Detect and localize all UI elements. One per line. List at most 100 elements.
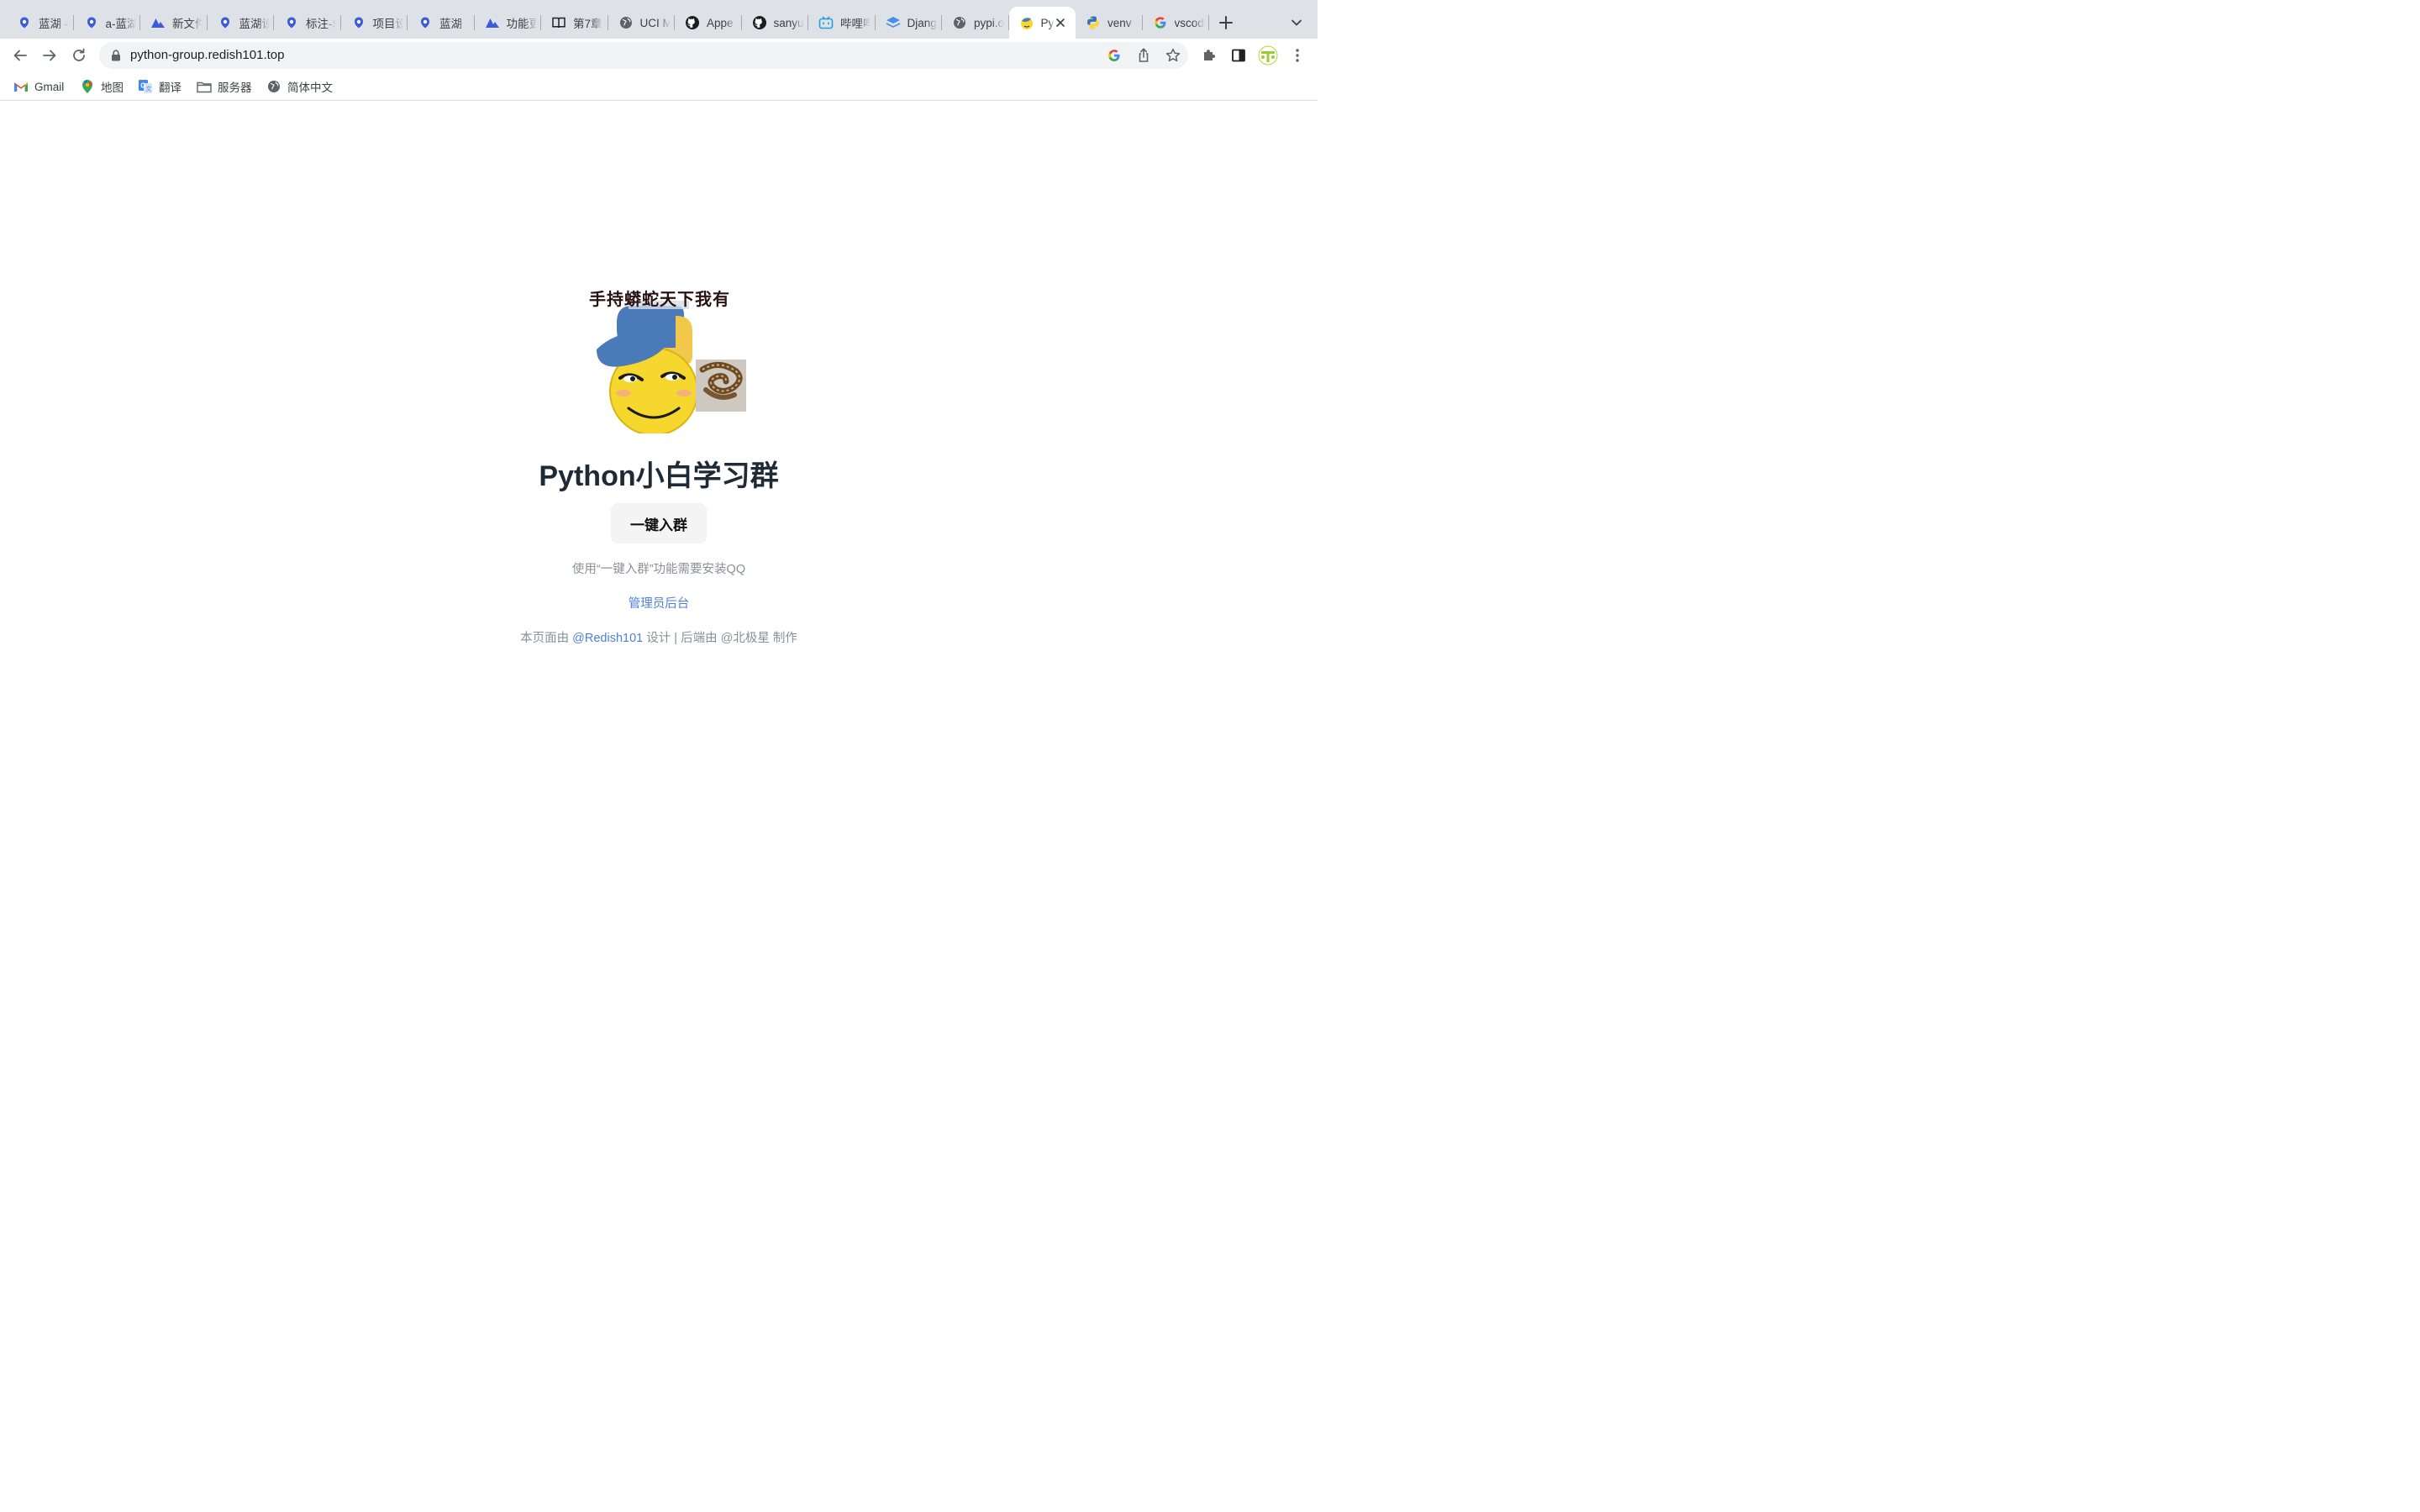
url-text[interactable]: python-group.redish101.top	[130, 48, 284, 62]
book-icon	[551, 15, 566, 30]
author-link[interactable]: @Redish101	[572, 632, 643, 645]
mountain-icon	[150, 15, 166, 30]
close-tab-icon[interactable]	[1054, 16, 1067, 29]
bilibili-icon	[818, 15, 834, 30]
address-bar[interactable]: python-group.redish101.top	[99, 42, 1188, 69]
browser-tab[interactable]: Appe	[675, 7, 742, 39]
browser-tab[interactable]: 哔哩哔	[808, 7, 876, 39]
back-button[interactable]	[10, 45, 30, 66]
tab-title: Djang	[907, 16, 937, 29]
puzzle-icon	[1204, 50, 1216, 60]
lock-icon	[112, 50, 120, 61]
extensions-button[interactable]	[1199, 45, 1219, 66]
tab-title: 蓝湖设	[239, 18, 270, 30]
join-group-button[interactable]: 一键入群	[611, 503, 707, 543]
admin-dashboard-link[interactable]: 管理员后台	[629, 597, 690, 611]
bookmark-maps[interactable]: 地图	[80, 78, 124, 95]
browser-tab[interactable]: UCI M	[608, 7, 675, 39]
globe-icon	[952, 15, 967, 30]
python-icon	[1086, 15, 1101, 30]
backend-author: @北极星	[720, 632, 770, 645]
browser-toolbar: python-group.redish101.top	[0, 39, 1318, 72]
google-icon	[1153, 15, 1168, 30]
page-title: Python小白学习群	[539, 460, 779, 492]
bookmark-simplified-chinese[interactable]: 简体中文	[266, 78, 333, 95]
side-panel-button[interactable]	[1228, 45, 1249, 66]
chevron-down-icon	[1292, 19, 1302, 26]
browser-tab[interactable]: 蓝湖	[408, 7, 475, 39]
footer-suffix: 制作	[772, 632, 797, 645]
tab-title: pypi.o	[974, 16, 1004, 29]
footer-credits: 本页面由 @Redish101 设计 | 后端由 @北极星 制作	[0, 628, 1318, 646]
browser-tab[interactable]: 标注-S	[274, 7, 341, 39]
tab-title: sanyu	[773, 16, 804, 29]
footer-middle: 设计 | 后端由	[646, 632, 718, 645]
browser-tab[interactable]: a-蓝湖	[74, 7, 140, 39]
browser-tab[interactable]: vscod	[1143, 7, 1209, 39]
browser-tab[interactable]: 项目设	[341, 7, 408, 39]
lanhu-icon	[84, 15, 99, 30]
browser-tab[interactable]: Py	[1008, 7, 1076, 39]
bookmark-label: 地图	[101, 81, 124, 94]
folder-icon	[197, 79, 212, 94]
mountain-icon	[485, 15, 500, 30]
bookmark-label: Gmail	[34, 80, 65, 93]
profile-avatar[interactable]	[1258, 45, 1278, 66]
new-tab-button[interactable]	[1215, 12, 1237, 34]
browser-menu-button[interactable]	[1287, 45, 1307, 66]
reload-button[interactable]	[69, 45, 89, 66]
python-meme-image: 手持蟒蛇天下我有	[571, 282, 748, 436]
browser-tab[interactable]: 蓝湖设	[208, 7, 274, 39]
svg-text:文: 文	[145, 85, 151, 92]
qq-requirement-note: 使用“一键入群”功能需要安装QQ	[571, 563, 746, 576]
bookmark-star-icon[interactable]	[1165, 47, 1181, 64]
tab-title: vscod	[1174, 16, 1204, 29]
browser-tab[interactable]: 新文件	[140, 7, 208, 39]
browser-tab[interactable]: Djang	[876, 7, 942, 39]
tab-title: 新文件	[172, 18, 203, 30]
profile-icon	[1258, 45, 1278, 66]
bookmark-label: 服务器	[218, 81, 252, 94]
side-panel-icon	[1232, 49, 1245, 62]
bookmark-folder-servers[interactable]: 服务器	[197, 78, 252, 95]
tab-title: a-蓝湖	[105, 18, 136, 30]
browser-tab[interactable]: sanyu	[742, 7, 808, 39]
translate-icon: G文	[138, 79, 153, 94]
bookmark-label: 翻译	[159, 81, 182, 94]
tab-title: 功能更	[506, 18, 537, 30]
bookmark-label: 简体中文	[287, 81, 333, 94]
globe-icon	[618, 15, 634, 30]
github-icon	[752, 15, 767, 30]
page-content: 手持蟒蛇天下我有 Python小白学习群 一键入群 使用“一键入群”功能需要安装…	[0, 102, 1318, 823]
bookmark-translate[interactable]: G文 翻译	[138, 78, 182, 95]
browser-tab[interactable]: 第7章	[541, 7, 608, 39]
lanhu-icon	[351, 15, 366, 30]
meme-caption: 手持蟒蛇天下我有	[589, 291, 730, 309]
browser-tab[interactable]: venv	[1076, 7, 1143, 39]
share-icon[interactable]	[1135, 47, 1152, 64]
google-lens-icon[interactable]	[1106, 47, 1123, 64]
lanhu-icon	[218, 15, 233, 30]
reload-icon	[73, 48, 85, 61]
gmail-icon	[13, 79, 29, 94]
tab-title: 蓝湖	[439, 18, 462, 30]
footer-prefix: 本页面由	[520, 632, 570, 645]
globe-icon	[266, 79, 281, 94]
browser-tab[interactable]: 蓝湖 -	[7, 7, 74, 39]
browser-tab[interactable]: pypi.o	[942, 7, 1009, 39]
tab-title: 哔哩哔	[840, 18, 871, 30]
plus-icon	[1219, 16, 1233, 29]
bookmark-gmail[interactable]: Gmail	[13, 78, 64, 95]
tab-title: Py	[1040, 16, 1055, 29]
tab-title: 项目设	[372, 18, 403, 30]
browser-tab[interactable]: 功能更	[475, 7, 541, 39]
github-icon	[685, 15, 700, 30]
tab-title: venv	[1107, 16, 1132, 29]
tab-search-button[interactable]	[1287, 13, 1306, 32]
tab-title: Appe	[707, 16, 734, 29]
tab-title: UCI M	[639, 16, 671, 29]
maps-pin-icon	[80, 79, 95, 94]
lanhu-icon	[284, 15, 299, 30]
lanhu-icon	[17, 15, 32, 30]
forward-button[interactable]	[39, 45, 60, 66]
